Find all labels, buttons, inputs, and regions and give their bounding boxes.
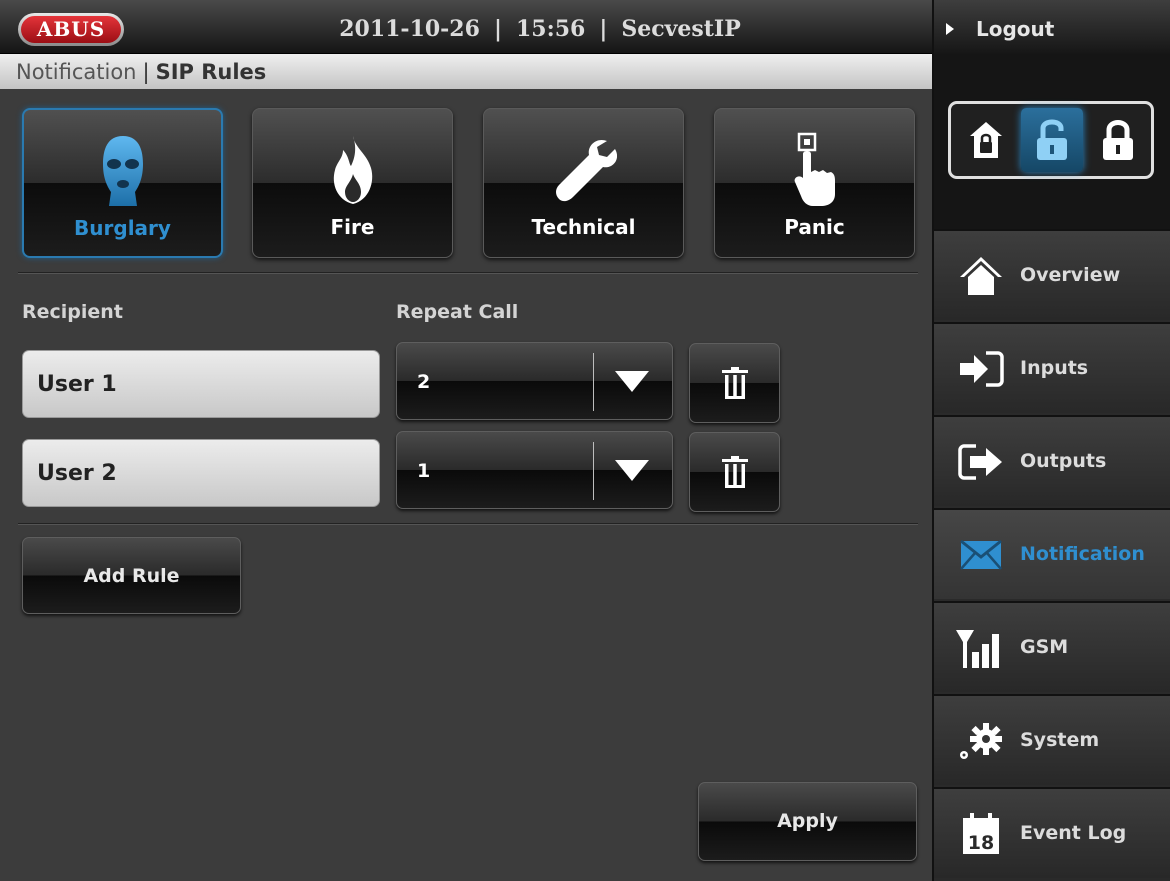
hand-press-icon	[715, 132, 914, 207]
play-arrow-icon	[946, 23, 954, 35]
nav-item-system[interactable]: System	[934, 694, 1170, 785]
category-label: Technical	[531, 215, 636, 239]
nav-label: Inputs	[1020, 357, 1089, 379]
category-panic-button[interactable]: Panic	[714, 108, 915, 258]
arm-state-selector	[948, 101, 1154, 179]
category-technical-button[interactable]: Technical	[483, 108, 684, 258]
chevron-down-icon	[615, 371, 649, 392]
calendar-icon: 18	[956, 809, 1006, 859]
category-fire-button[interactable]: Fire	[252, 108, 453, 258]
house-lock-icon[interactable]	[955, 108, 1017, 172]
delete-rule-button[interactable]	[689, 432, 780, 512]
delete-rule-button[interactable]	[689, 343, 780, 423]
nav-label: Event Log	[1020, 822, 1127, 844]
repeat-call-value: 1	[417, 460, 431, 482]
sidebar: Logout Overview Inputs Outputs Notificat…	[932, 0, 1170, 881]
logout-button[interactable]: Logout	[934, 0, 1170, 54]
select-separator	[593, 442, 594, 500]
repeat-call-select[interactable]: 2	[396, 342, 673, 420]
category-label: Fire	[330, 215, 375, 239]
gears-icon	[956, 716, 1006, 766]
breadcrumb-page: SIP Rules	[155, 60, 267, 84]
signal-bars-icon	[956, 623, 1006, 673]
logo-text: ABUS	[21, 16, 121, 43]
home-icon	[956, 251, 1006, 301]
nav-item-inputs[interactable]: Inputs	[934, 322, 1170, 413]
divider	[18, 523, 918, 525]
select-separator	[593, 353, 594, 411]
repeat-call-value: 2	[417, 371, 431, 393]
trash-icon	[721, 367, 748, 399]
apply-button[interactable]: Apply	[698, 782, 917, 861]
repeat-call-column-label: Repeat Call	[396, 301, 519, 323]
nav-item-notification[interactable]: Notification	[934, 508, 1170, 599]
header-separator: |	[599, 16, 608, 42]
header-device: SecvestIP	[621, 16, 741, 42]
app-frame: ABUS 2011-10-26 | 15:56 | SecvestIP Notifica…	[0, 0, 1170, 881]
recipient-field[interactable]: User 1	[22, 350, 380, 418]
input-arrow-icon	[956, 344, 1006, 394]
main-panel: Burglary Fire Technical Panic Recipient …	[0, 89, 932, 881]
nav-label: Overview	[1020, 264, 1121, 286]
category-burglary-button[interactable]: Burglary	[22, 108, 223, 258]
calendar-day: 18	[968, 832, 994, 854]
burglar-mask-icon	[24, 134, 221, 208]
nav-item-outputs[interactable]: Outputs	[934, 415, 1170, 506]
nav-label: System	[1020, 729, 1100, 751]
nav-label: Outputs	[1020, 450, 1107, 472]
arm-state-area	[934, 54, 1170, 230]
breadcrumb: Notification | SIP Rules	[0, 54, 932, 89]
header-separator: |	[493, 16, 502, 42]
envelope-icon	[956, 530, 1006, 580]
header-bar: ABUS 2011-10-26 | 15:56 | SecvestIP	[0, 0, 932, 54]
locked-icon[interactable]	[1087, 108, 1149, 172]
recipient-column-label: Recipient	[22, 301, 123, 323]
header-time: 15:56	[515, 16, 586, 42]
recipient-field[interactable]: User 2	[22, 439, 380, 507]
output-arrow-icon	[956, 437, 1006, 487]
nav-item-event-log[interactable]: 18 Event Log	[934, 787, 1170, 878]
wrench-icon	[484, 133, 683, 207]
chevron-down-icon	[615, 460, 649, 481]
category-label: Panic	[784, 215, 845, 239]
unlocked-icon[interactable]	[1021, 108, 1083, 172]
header-info: 2011-10-26 | 15:56 | SecvestIP	[220, 16, 860, 42]
nav-label: Notification	[1020, 543, 1145, 565]
logout-label: Logout	[976, 17, 1055, 41]
flame-icon	[253, 133, 452, 207]
add-rule-button[interactable]: Add Rule	[22, 537, 241, 614]
nav-item-overview[interactable]: Overview	[934, 229, 1170, 320]
divider	[18, 272, 918, 274]
nav-item-gsm[interactable]: GSM	[934, 601, 1170, 692]
breadcrumb-section[interactable]: Notification	[16, 60, 137, 84]
abus-logo: ABUS	[18, 13, 124, 46]
category-label: Burglary	[74, 216, 171, 240]
nav-label: GSM	[1020, 636, 1069, 658]
repeat-call-select[interactable]: 1	[396, 431, 673, 509]
header-date: 2011-10-26	[339, 16, 480, 42]
trash-icon	[721, 456, 748, 488]
breadcrumb-separator: |	[142, 60, 150, 84]
